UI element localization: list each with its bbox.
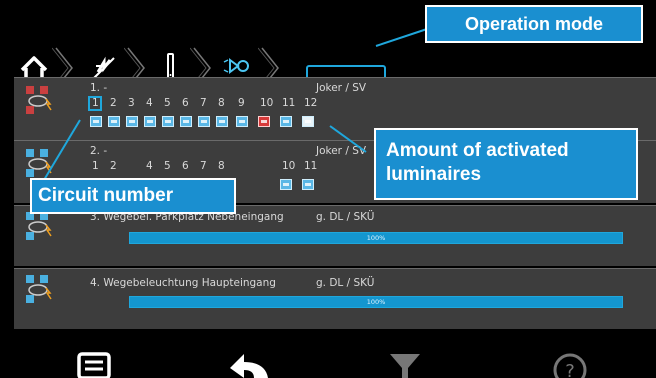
amount-activated-label: Amount of activated	[386, 140, 569, 161]
device-screen: 1 3	[0, 0, 656, 378]
amount-activated-callout: Amount of activated luminaires	[374, 128, 638, 200]
amount-activated-label: luminaires	[386, 164, 482, 185]
circuit-number-callout: Circuit number	[30, 178, 236, 214]
operation-mode-callout: Operation mode	[425, 5, 643, 43]
